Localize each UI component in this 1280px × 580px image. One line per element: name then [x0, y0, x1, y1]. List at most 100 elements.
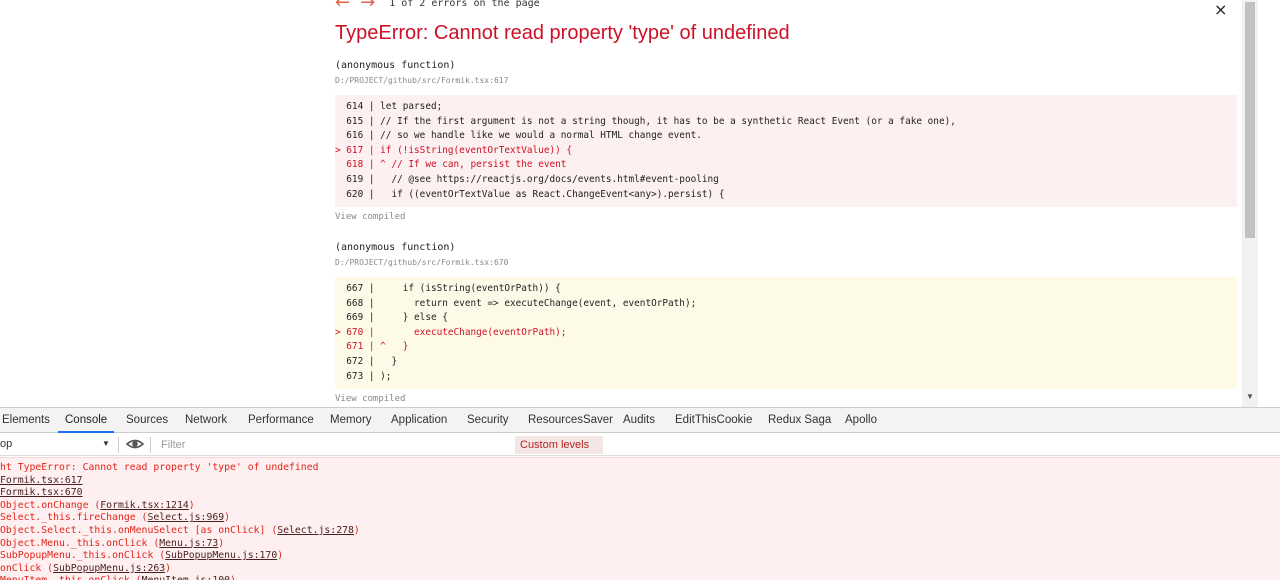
- tab-performance[interactable]: Performance: [248, 408, 314, 433]
- tab-application[interactable]: Application: [391, 408, 447, 433]
- source-link[interactable]: Formik.tsx:1214: [100, 500, 188, 511]
- tab-editthiscookie[interactable]: EditThisCookie: [675, 408, 752, 433]
- console-line: Object.onChange (Formik.tsx:1214): [0, 500, 195, 513]
- tab-audits[interactable]: Audits: [623, 408, 655, 433]
- devtools-panel: Elements Console Sources Network Perform…: [0, 407, 1280, 580]
- line-number: 668 |: [335, 297, 375, 309]
- code-line: 620 | if ((eventOrTextValue as React.Cha…: [335, 188, 1237, 203]
- error-counter: 1 of 2 errors on the page: [389, 0, 540, 9]
- overlay-scrollbar[interactable]: ▼: [1242, 0, 1258, 407]
- context-selector[interactable]: op: [0, 438, 12, 450]
- frame-function-name: (anonymous function): [335, 60, 456, 71]
- code-snippet: 614 | let parsed; 615 | // If the first …: [335, 95, 1237, 207]
- source-link[interactable]: SubPopupMenu.js:263: [53, 563, 165, 574]
- source-link[interactable]: SubPopupMenu.js:170: [165, 550, 277, 561]
- tab-security[interactable]: Security: [467, 408, 509, 433]
- line-number: > 617 |: [335, 144, 375, 156]
- console-line: ht TypeError: Cannot read property 'type…: [0, 462, 319, 475]
- line-number: 618 |: [335, 159, 375, 171]
- tab-console[interactable]: Console: [58, 408, 115, 433]
- line-number: 671 |: [335, 341, 375, 353]
- console-line-text: onClick (: [0, 562, 54, 574]
- tab-sources[interactable]: Sources: [126, 408, 168, 433]
- code-line: > 617 | if (!isString(eventOrTextValue))…: [335, 144, 1237, 159]
- source-link[interactable]: Formik.tsx:670: [0, 487, 83, 498]
- tab-resourcessaver[interactable]: ResourcesSaver: [528, 408, 613, 433]
- code-text: if ((eventOrTextValue as React.ChangeEve…: [374, 188, 725, 200]
- error-title: TypeError: Cannot read property 'type' o…: [335, 22, 790, 44]
- next-error-button[interactable]: →: [360, 0, 375, 12]
- close-overlay-button[interactable]: ×: [1214, 0, 1227, 19]
- console-line: SubPopupMenu._this.onClick (SubPopupMenu…: [0, 550, 283, 563]
- console-line: MenuItem._this.onClick (MenuItem.js:100): [0, 575, 236, 580]
- source-link[interactable]: Menu.js:73: [159, 538, 218, 549]
- source-link[interactable]: MenuItem.js:100: [142, 575, 230, 580]
- code-text: if (!isString(eventOrTextValue)) {: [374, 144, 573, 156]
- console-line-text: Object.Select._this.onMenuSelect [as onC…: [0, 525, 278, 536]
- console-output: ht TypeError: Cannot read property 'type…: [0, 457, 1280, 580]
- console-line: Select._this.fireChange (Select.js:969): [0, 512, 230, 525]
- context-dropdown-icon[interactable]: ▼: [102, 439, 110, 448]
- scroll-down-arrow-icon[interactable]: ▼: [1246, 392, 1254, 401]
- code-text: executeChange(eventOrPath);: [374, 326, 567, 338]
- tab-network[interactable]: Network: [185, 408, 227, 433]
- console-line-text: Object.onChange (: [0, 499, 101, 511]
- console-line-suffix: ): [218, 537, 225, 549]
- code-line: 673 | );: [335, 370, 1237, 385]
- line-number: 616 |: [335, 130, 375, 142]
- line-number: > 670 |: [335, 326, 375, 338]
- source-link[interactable]: Formik.tsx:617: [0, 475, 83, 486]
- code-line: 618 | ^ // If we can, persist the event: [335, 158, 1237, 173]
- line-number: 620 |: [335, 188, 375, 200]
- custom-levels-dropdown[interactable]: Custom levels ▼: [515, 436, 603, 469]
- filter-input[interactable]: Filter: [155, 436, 515, 454]
- code-line: 671 | ^ }: [335, 340, 1237, 355]
- console-line-suffix: ): [165, 562, 172, 574]
- previous-error-button[interactable]: ←: [335, 0, 350, 12]
- console-line-suffix: ): [230, 575, 236, 580]
- line-number: 667 |: [335, 283, 375, 294]
- console-line: Formik.tsx:617: [0, 475, 83, 488]
- frame-file-path[interactable]: D:/PROJECT/github/src/Formik.tsx:670: [335, 258, 508, 267]
- code-line: 668 | return event => executeChange(even…: [335, 297, 1237, 312]
- console-line: Object.Menu._this.onClick (Menu.js:73): [0, 538, 224, 551]
- eye-icon[interactable]: [126, 436, 144, 452]
- view-compiled-link[interactable]: View compiled: [335, 212, 405, 222]
- frame-file-path[interactable]: D:/PROJECT/github/src/Formik.tsx:617: [335, 76, 508, 85]
- code-line: 667 | if (isString(eventOrPath)) {: [335, 282, 1237, 297]
- error-navigation: ← → 1 of 2 errors on the page: [335, 0, 540, 12]
- code-text: let parsed;: [374, 101, 443, 112]
- console-line-text: MenuItem._this.onClick (: [0, 575, 142, 580]
- line-number: 673 |: [335, 370, 375, 382]
- code-text: return event => executeChange(event, eve…: [374, 297, 697, 309]
- console-line-suffix: ): [353, 525, 360, 536]
- error-overlay: ← → 1 of 2 errors on the page TypeError:…: [0, 0, 1280, 407]
- toolbar-divider: [118, 437, 119, 453]
- tab-elements[interactable]: Elements: [2, 408, 50, 433]
- tab-redux-saga[interactable]: Redux Saga: [768, 408, 831, 433]
- code-line: 669 | } else {: [335, 311, 1237, 326]
- line-number: 669 |: [335, 312, 375, 324]
- line-number: 619 |: [335, 173, 375, 185]
- source-link[interactable]: Select.js:278: [277, 525, 354, 536]
- console-line-text: Object.Menu._this.onClick (: [0, 537, 160, 549]
- console-line-suffix: ): [277, 550, 284, 562]
- code-text: // @see https://reactjs.org/docs/events.…: [374, 173, 719, 185]
- console-line: Formik.tsx:670: [0, 487, 83, 500]
- code-line: > 670 | executeChange(eventOrPath);: [335, 326, 1237, 341]
- console-line-suffix: ): [188, 499, 195, 511]
- code-line: 615 | // If the first argument is not a …: [335, 115, 1237, 130]
- code-text: );: [374, 370, 392, 382]
- code-text: if (isString(eventOrPath)) {: [374, 283, 561, 294]
- toolbar-divider: [150, 437, 151, 453]
- tab-memory[interactable]: Memory: [330, 408, 372, 433]
- line-number: 672 |: [335, 355, 375, 367]
- scrollbar-thumb[interactable]: [1245, 2, 1255, 238]
- tab-apollo[interactable]: Apollo: [845, 408, 877, 433]
- console-line: onClick (SubPopupMenu.js:263): [0, 563, 171, 576]
- code-text: // so we handle like we would a normal H…: [374, 130, 702, 142]
- devtools-tab-bar: Elements Console Sources Network Perform…: [0, 408, 1280, 433]
- console-line-text: Select._this.fireChange (: [0, 512, 148, 524]
- view-compiled-link[interactable]: View compiled: [335, 394, 405, 404]
- source-link[interactable]: Select.js:969: [147, 512, 224, 523]
